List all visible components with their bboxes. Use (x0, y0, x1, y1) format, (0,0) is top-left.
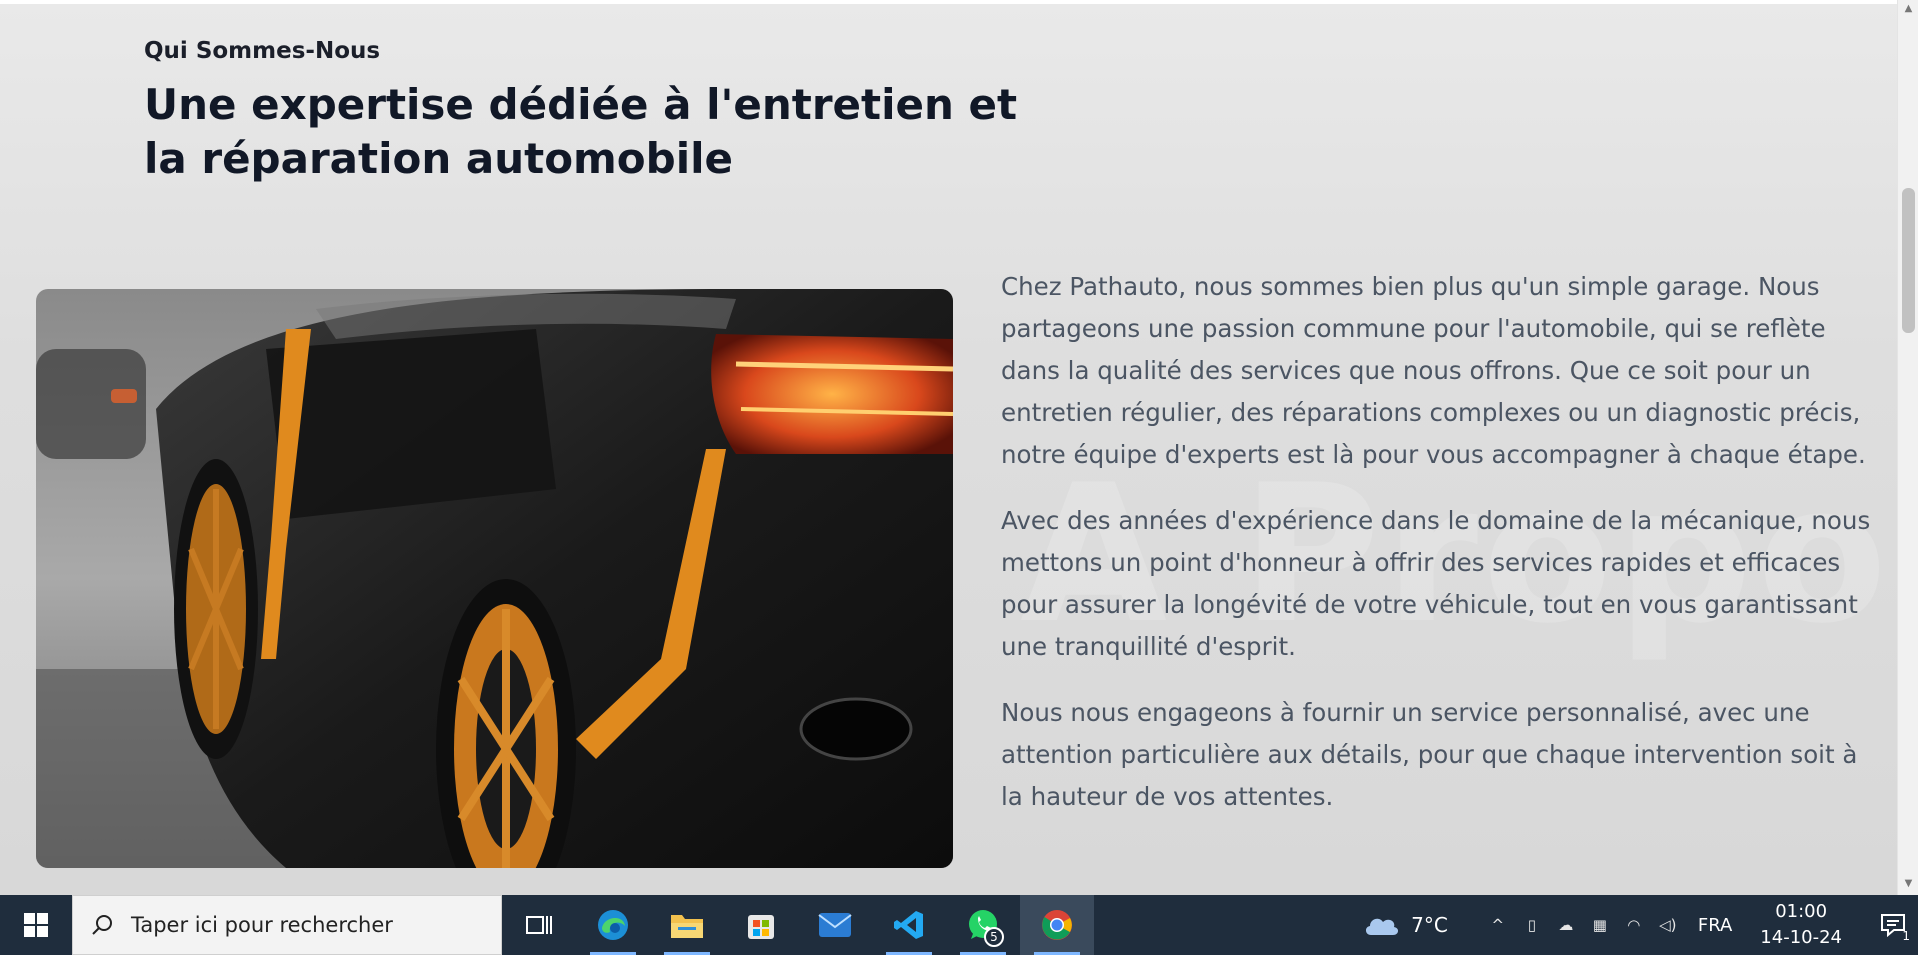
section-eyebrow: Qui Sommes-Nous (144, 38, 381, 64)
start-button[interactable] (0, 895, 72, 955)
section-body: Chez Pathauto, nous sommes bien plus qu'… (1001, 266, 1881, 842)
taskbar: Taper ici pour rechercher 5 7°C ^ ▯ ☁ ▦ … (0, 895, 1918, 955)
scroll-up-icon[interactable]: ▲ (1902, 2, 1915, 16)
notification-count: 1 (1902, 929, 1910, 943)
weather-temperature: 7°C (1411, 913, 1448, 937)
cloud-icon (1366, 918, 1399, 935)
onedrive-icon[interactable]: ☁ (1556, 915, 1576, 935)
task-view-button[interactable] (502, 895, 576, 955)
paragraph: Avec des années d'expérience dans le dom… (1001, 506, 1871, 661)
file-explorer-button[interactable] (650, 895, 724, 955)
edge-button[interactable] (576, 895, 650, 955)
paragraph: Nous nous engageons à fournir un service… (1001, 698, 1858, 811)
store-button[interactable] (724, 895, 798, 955)
clock-time: 01:00 (1775, 901, 1828, 922)
volume-icon[interactable]: ◁) (1658, 915, 1678, 935)
folder-icon (671, 915, 703, 938)
task-view-icon (526, 916, 552, 934)
edge-icon (598, 910, 628, 940)
chevron-up-icon[interactable]: ^ (1488, 915, 1508, 935)
system-tray: 7°C ^ ▯ ☁ ▦ ◠ ◁) FRA 01:00 14-10-24 1 (1363, 895, 1918, 955)
taskbar-search[interactable]: Taper ici pour rechercher (72, 895, 502, 955)
whatsapp-button[interactable]: 5 (946, 895, 1020, 955)
notification-badge: 5 (984, 927, 1004, 947)
scroll-thumb[interactable] (1902, 188, 1915, 333)
notification-center-button[interactable]: 1 (1868, 913, 1918, 943)
network-icon[interactable]: ▦ (1590, 915, 1610, 935)
vscode-icon (894, 911, 923, 939)
car-photo (36, 289, 953, 868)
paragraph: Chez Pathauto, nous sommes bien plus qu'… (1001, 272, 1866, 469)
meet-icon[interactable]: ▯ (1522, 915, 1542, 935)
wifi-icon[interactable]: ◠ (1624, 915, 1644, 935)
mail-icon (818, 913, 852, 937)
mail-button[interactable] (798, 895, 872, 955)
tray-icons: ^ ▯ ☁ ▦ ◠ ◁) (1488, 915, 1678, 935)
page-content: A Propos Qui Sommes-Nous Une expertise d… (0, 0, 1897, 895)
search-placeholder: Taper ici pour rechercher (131, 913, 393, 937)
vertical-scrollbar[interactable]: ▲ ▼ (1897, 0, 1918, 895)
windows-icon (24, 913, 48, 937)
clock[interactable]: 01:00 14-10-24 (1760, 899, 1842, 951)
clock-date: 14-10-24 (1760, 927, 1842, 948)
vscode-button[interactable] (872, 895, 946, 955)
language-indicator[interactable]: FRA (1698, 915, 1732, 936)
search-icon (92, 915, 112, 935)
section-headline: Une expertise dédiée à l'entretien et la… (144, 80, 1018, 183)
store-icon (748, 915, 774, 939)
scroll-down-icon[interactable]: ▼ (1902, 877, 1915, 891)
chrome-button[interactable] (1020, 895, 1094, 955)
weather-widget[interactable]: 7°C (1363, 913, 1448, 937)
chrome-icon (1042, 910, 1072, 940)
